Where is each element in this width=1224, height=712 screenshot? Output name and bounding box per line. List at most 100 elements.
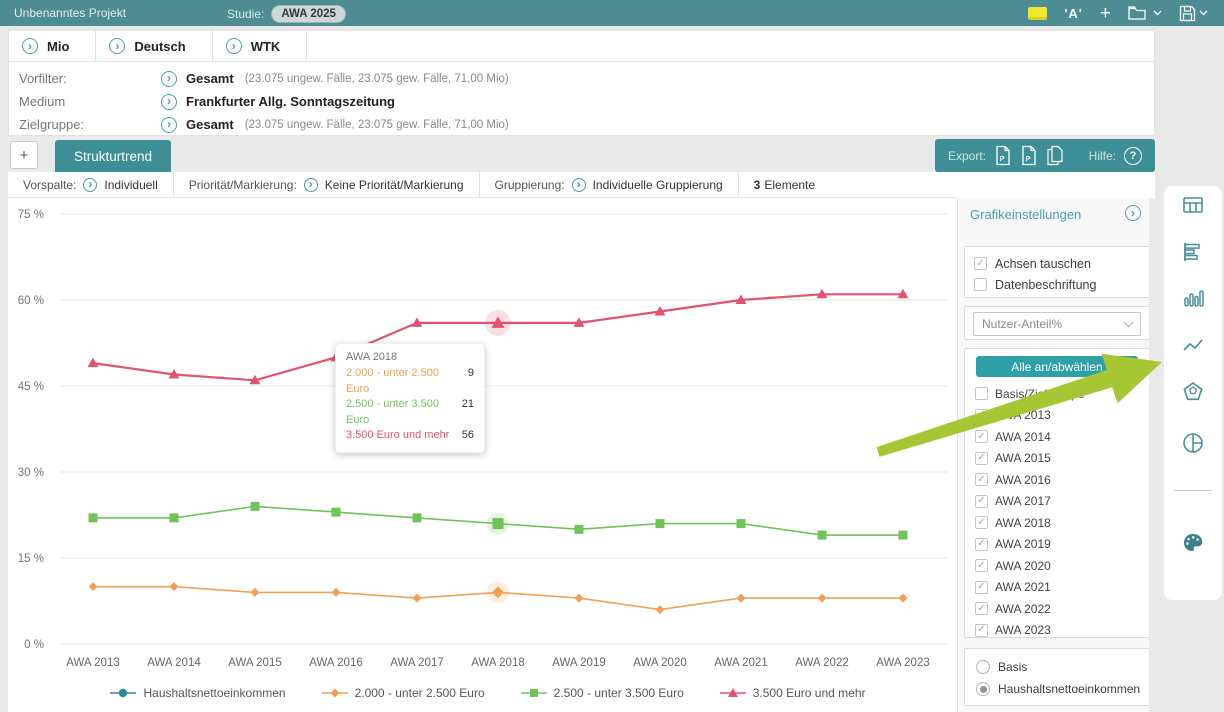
- checkbox-icon[interactable]: [975, 538, 988, 551]
- checkbox-icon[interactable]: [975, 387, 988, 400]
- notes-icon[interactable]: [1028, 7, 1047, 20]
- pie-chart-icon[interactable]: [1181, 431, 1205, 455]
- help-icon[interactable]: [1124, 147, 1142, 165]
- data-point[interactable]: [656, 605, 665, 614]
- expand-chevron-icon[interactable]: [161, 94, 177, 110]
- export-pdf-icon[interactable]: P: [994, 145, 1012, 166]
- data-point[interactable]: [575, 525, 584, 534]
- checkbox-icon[interactable]: [975, 559, 988, 572]
- data-point[interactable]: [493, 518, 504, 529]
- data-point[interactable]: [170, 513, 179, 522]
- palette-icon[interactable]: [1181, 531, 1205, 555]
- filter-tab-deutsch[interactable]: Deutsch: [96, 31, 212, 61]
- text-size-icon[interactable]: 'A': [1064, 6, 1083, 21]
- data-point[interactable]: [575, 594, 584, 603]
- option-checkbox-row[interactable]: Achsen tauschen: [974, 253, 1140, 274]
- save-menu[interactable]: [1179, 5, 1208, 22]
- control-vorspalte[interactable]: Vorspalte:Individuell: [8, 172, 174, 197]
- export-ppt-icon[interactable]: P: [1020, 145, 1038, 166]
- data-point[interactable]: [251, 588, 260, 597]
- data-point[interactable]: [251, 502, 260, 511]
- legend-item[interactable]: 2.000 - unter 2.500 Euro: [322, 686, 485, 700]
- checkbox-icon[interactable]: [975, 409, 988, 422]
- year-checkbox-row[interactable]: AWA 2014: [975, 426, 1149, 448]
- year-checkbox-row[interactable]: AWA 2016: [975, 469, 1149, 491]
- year-checkbox-row[interactable]: AWA 2018: [975, 512, 1149, 534]
- data-point[interactable]: [332, 508, 341, 517]
- data-point[interactable]: [413, 513, 422, 522]
- open-folder-menu[interactable]: [1128, 5, 1162, 21]
- radar-chart-icon[interactable]: [1181, 380, 1205, 404]
- data-point[interactable]: [89, 513, 98, 522]
- year-checkbox-row[interactable]: AWA 2020: [975, 555, 1149, 577]
- legend-item[interactable]: 3.500 Euro und mehr: [720, 686, 866, 700]
- tab-strukturtrend[interactable]: Strukturtrend: [55, 140, 171, 172]
- chart-series-line[interactable]: [93, 294, 903, 380]
- filter-tabs: MioDeutschWTK: [9, 31, 1154, 62]
- expand-chevron-icon[interactable]: [161, 117, 177, 133]
- control-gruppierung[interactable]: Gruppierung:Individuelle Gruppierung: [480, 172, 739, 197]
- legend-item[interactable]: 2.500 - unter 3.500 Euro: [521, 686, 684, 700]
- filter-value[interactable]: Frankfurter Allg. Sonntagszeitung: [161, 94, 406, 110]
- checkbox-icon[interactable]: [974, 278, 987, 291]
- year-checkbox-row[interactable]: Basis/Zielgruppe: [975, 383, 1149, 405]
- checkbox-icon[interactable]: [974, 257, 987, 270]
- filter-tab-mio[interactable]: Mio: [9, 31, 96, 61]
- save-icon: [1179, 5, 1196, 22]
- checkbox-icon[interactable]: [975, 602, 988, 615]
- add-view-button[interactable]: +: [10, 141, 38, 169]
- filter-value[interactable]: Gesamt (23.075 ungew. Fälle, 23.075 gew.…: [161, 117, 509, 133]
- year-checkbox-row[interactable]: AWA 2023: [975, 620, 1149, 642]
- bar-chart-horizontal-icon[interactable]: [1181, 240, 1205, 264]
- year-checkbox-row[interactable]: AWA 2015: [975, 448, 1149, 470]
- data-point[interactable]: [89, 582, 98, 591]
- checkbox-icon[interactable]: [975, 624, 988, 637]
- study-badge[interactable]: AWA 2025: [271, 5, 346, 23]
- checkbox-icon[interactable]: [975, 430, 988, 443]
- data-point[interactable]: [656, 519, 665, 528]
- settings-scrollbar[interactable]: [1149, 198, 1155, 712]
- new-item-icon[interactable]: +: [1100, 4, 1111, 23]
- collapse-panel-icon[interactable]: [1125, 205, 1141, 221]
- year-checkbox-row[interactable]: AWA 2021: [975, 577, 1149, 599]
- data-point[interactable]: [737, 594, 746, 603]
- year-checkbox-row[interactable]: AWA 2019: [975, 534, 1149, 556]
- metric-select[interactable]: Nutzer-Anteil%: [973, 312, 1141, 336]
- checkbox-icon[interactable]: [975, 495, 988, 508]
- data-point[interactable]: [818, 531, 827, 540]
- data-point[interactable]: [170, 582, 179, 591]
- checkbox-icon[interactable]: [975, 473, 988, 486]
- data-point[interactable]: [899, 594, 908, 603]
- y-axis-tick: 45 %: [18, 381, 44, 393]
- select-all-button[interactable]: Alle an/abwählen: [976, 356, 1138, 377]
- export-copy-icon[interactable]: [1046, 145, 1064, 166]
- chart-region[interactable]: 0 %15 %30 %45 %60 %75 %AWA 2013AWA 2014A…: [8, 198, 957, 712]
- option-checkbox-row[interactable]: Datenbeschriftung: [974, 274, 1140, 295]
- table-icon[interactable]: [1181, 193, 1205, 217]
- data-point[interactable]: [818, 594, 827, 603]
- year-checkbox-row[interactable]: AWA 2017: [975, 491, 1149, 513]
- radio-icon[interactable]: [976, 682, 990, 696]
- data-point[interactable]: [413, 594, 422, 603]
- data-point[interactable]: [899, 531, 908, 540]
- checkbox-icon[interactable]: [975, 581, 988, 594]
- filter-value[interactable]: Gesamt (23.075 ungew. Fälle, 23.075 gew.…: [161, 71, 509, 87]
- data-point[interactable]: [332, 588, 341, 597]
- radio-icon[interactable]: [976, 660, 990, 674]
- filter-tab-wtk[interactable]: WTK: [213, 31, 308, 61]
- control-priorittmarkierung[interactable]: Priorität/Markierung:Keine Priorität/Mar…: [174, 172, 480, 197]
- data-point[interactable]: [737, 519, 746, 528]
- data-point[interactable]: [88, 358, 99, 368]
- year-checkbox-row[interactable]: AWA 2013: [975, 405, 1149, 427]
- radio-row[interactable]: Haushaltsnettoeinkommen: [976, 678, 1138, 700]
- export-label: Export:: [948, 149, 986, 163]
- legend-item[interactable]: Haushaltsnettoeinkommen: [110, 686, 285, 700]
- checkbox-icon[interactable]: [975, 452, 988, 465]
- trend-line-chart[interactable]: 0 %15 %30 %45 %60 %75 %AWA 2013AWA 2014A…: [8, 198, 957, 712]
- radio-row[interactable]: Basis: [976, 656, 1138, 678]
- bar-chart-vertical-icon[interactable]: [1181, 286, 1205, 310]
- line-chart-icon[interactable]: [1181, 334, 1205, 358]
- year-checkbox-row[interactable]: AWA 2022: [975, 598, 1149, 620]
- expand-chevron-icon[interactable]: [161, 71, 177, 87]
- checkbox-icon[interactable]: [975, 516, 988, 529]
